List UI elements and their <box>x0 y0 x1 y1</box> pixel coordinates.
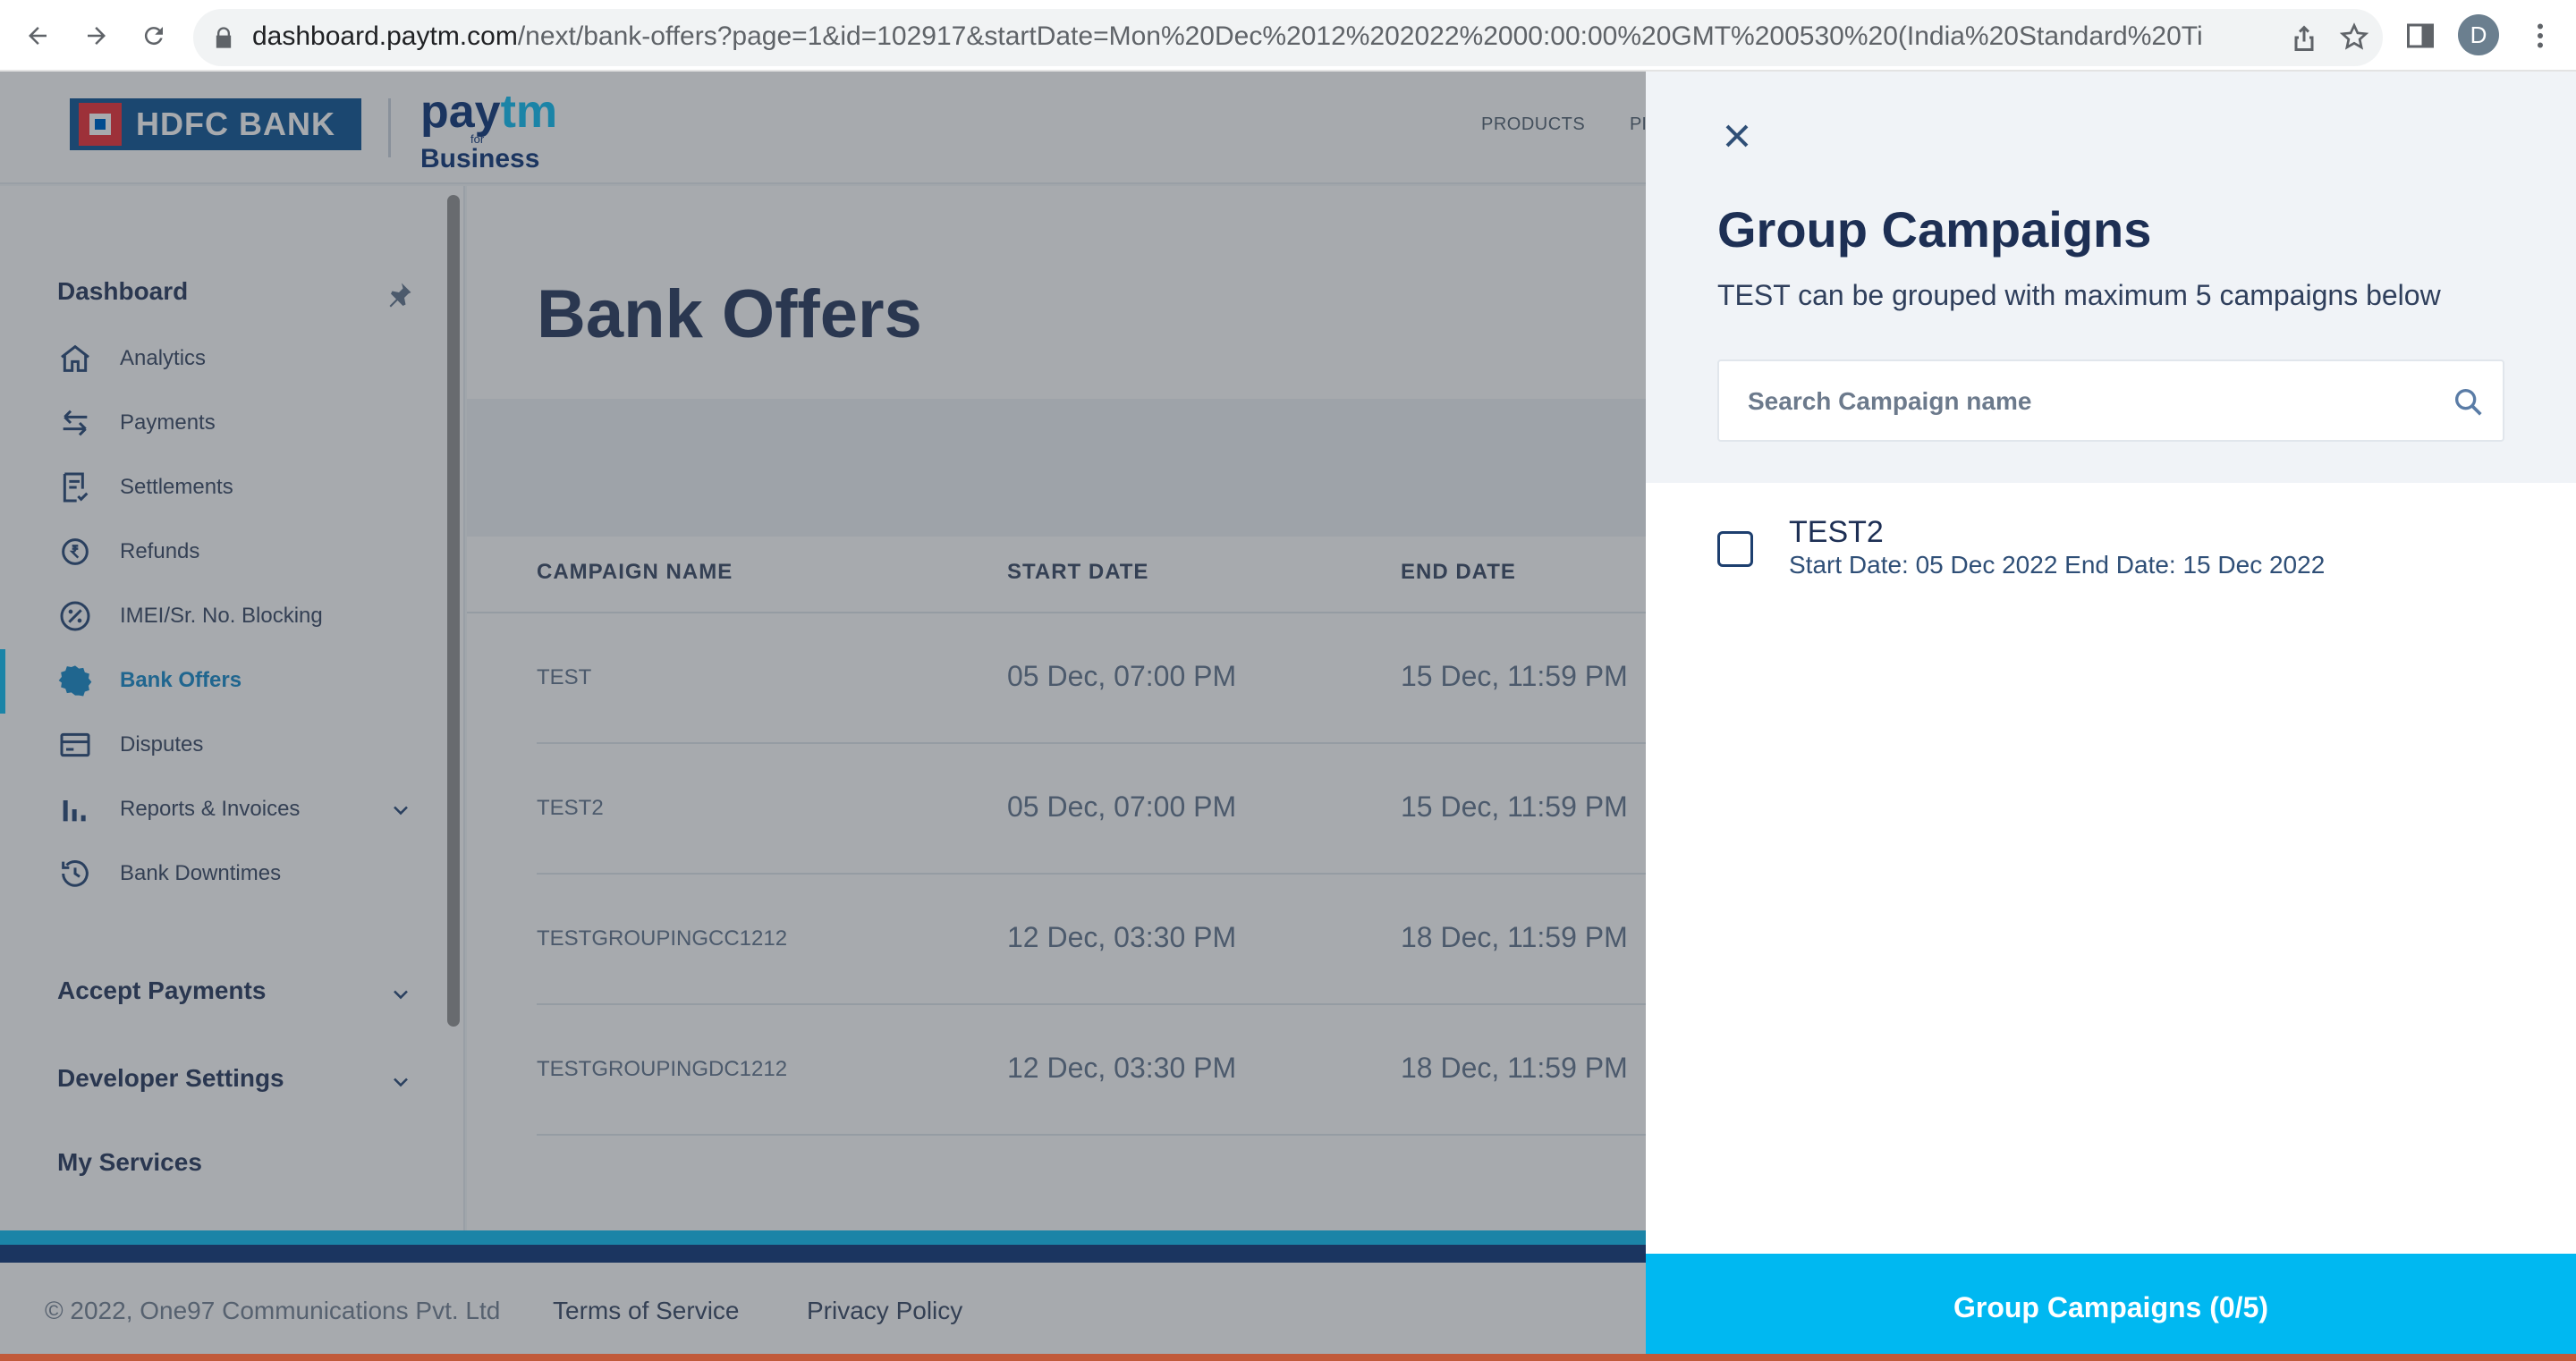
campaign-option-name: TEST2 <box>1789 515 1884 549</box>
campaign-option[interactable]: TEST2 Start Date: 05 Dec 2022 End Date: … <box>1717 515 2504 604</box>
address-bar[interactable]: dashboard.paytm.com/next/bank-offers?pag… <box>193 9 2383 66</box>
bookmark-star-icon[interactable] <box>2338 21 2370 54</box>
forward-icon[interactable] <box>77 16 116 55</box>
group-campaigns-drawer: Group Campaigns TEST can be grouped with… <box>1646 72 2576 1361</box>
group-campaigns-button[interactable]: Group Campaigns (0/5) <box>1646 1254 2576 1361</box>
url-path: /next/bank-offers?page=1&id=102917&start… <box>517 21 2202 51</box>
profile-avatar[interactable]: D <box>2458 14 2499 55</box>
campaign-checkbox[interactable] <box>1717 531 1753 567</box>
side-panel-icon[interactable] <box>2404 20 2436 52</box>
lock-icon <box>216 27 232 48</box>
drawer-header: Group Campaigns TEST can be grouped with… <box>1646 72 2576 483</box>
url-domain: dashboard.paytm.com <box>252 21 518 51</box>
search-icon[interactable] <box>2451 385 2487 420</box>
drawer-subtitle: TEST can be grouped with maximum 5 campa… <box>1717 279 2441 311</box>
page-bottom-edge <box>0 1354 2576 1361</box>
campaign-option-dates: Start Date: 05 Dec 2022 End Date: 15 Dec… <box>1789 551 2326 579</box>
close-icon[interactable] <box>1717 116 1757 156</box>
drawer-title: Group Campaigns <box>1717 201 2152 258</box>
browser-toolbar: dashboard.paytm.com/next/bank-offers?pag… <box>0 0 2576 72</box>
back-icon[interactable] <box>18 16 57 55</box>
more-menu-icon[interactable] <box>2524 20 2556 52</box>
share-icon[interactable] <box>2288 21 2320 54</box>
campaign-search-box[interactable] <box>1717 359 2504 442</box>
campaign-search-input[interactable] <box>1748 379 2428 424</box>
modal-backdrop[interactable] <box>0 72 1646 1361</box>
url-text[interactable]: dashboard.paytm.com/next/bank-offers?pag… <box>252 21 2202 52</box>
reload-icon[interactable] <box>134 16 174 55</box>
